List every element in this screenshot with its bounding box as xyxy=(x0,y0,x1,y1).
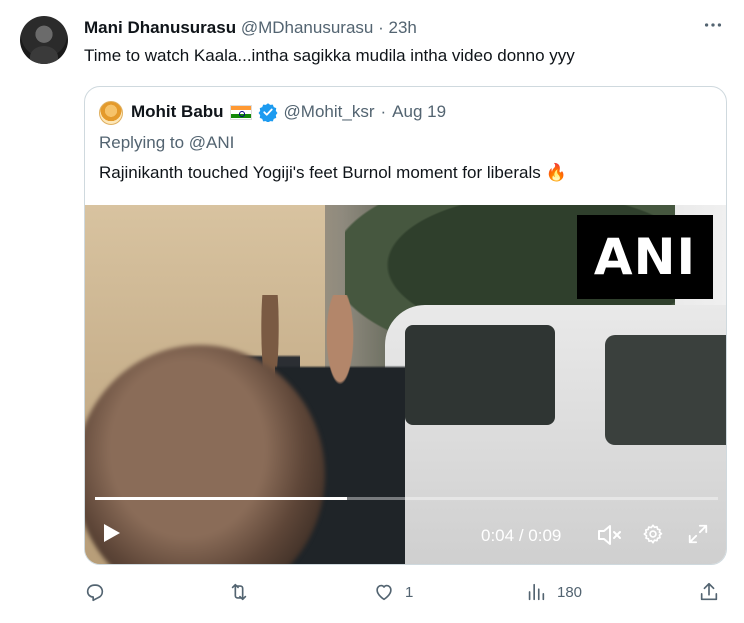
replying-prefix: Replying to xyxy=(99,133,185,152)
quoted-text: Rajinikanth touched Yogiji's feet Burnol… xyxy=(99,163,567,182)
india-flag-icon xyxy=(229,104,252,120)
tweet-header: Mani Dhanusurasu @MDhanusurasu · 23h xyxy=(84,18,417,38)
like-count: 1 xyxy=(405,583,414,601)
quoted-author-name: Mohit Babu xyxy=(131,102,224,121)
views-chart-icon xyxy=(528,583,545,601)
video-frame-car-window-rear xyxy=(605,335,726,445)
muted-volume-icon[interactable] xyxy=(597,523,623,547)
replying-mention[interactable]: @ANI xyxy=(189,133,235,152)
views-count: 180 xyxy=(557,583,583,601)
ani-watermark-logo: ANI xyxy=(577,215,713,299)
play-icon[interactable] xyxy=(103,523,121,543)
share-icon xyxy=(700,582,718,601)
duration: 0:09 xyxy=(528,526,562,545)
quoted-separator: · xyxy=(380,102,387,121)
video-progress-bar[interactable] xyxy=(95,497,718,500)
quoted-tweet[interactable]: Mohit Babu @Mohit_ksr · Aug 19 Replying … xyxy=(84,86,727,565)
settings-gear-icon[interactable] xyxy=(642,523,664,545)
views-button[interactable]: 180 xyxy=(525,581,582,603)
author-avatar[interactable] xyxy=(20,16,68,64)
video-progress-fill xyxy=(95,497,348,500)
quoted-date: Aug 19 xyxy=(392,102,447,121)
video-frame-car-window xyxy=(405,325,555,425)
video-player[interactable]: ANI 0:04 / 0:09 xyxy=(85,205,726,564)
heart-icon xyxy=(376,584,392,601)
header-separator: · xyxy=(378,18,384,37)
reply-button[interactable] xyxy=(84,581,116,603)
like-button[interactable]: 1 xyxy=(373,581,413,603)
quoted-author-handle: @Mohit_ksr xyxy=(283,102,375,121)
time-separator: / xyxy=(518,526,524,545)
fullscreen-expand-icon[interactable] xyxy=(687,523,709,545)
tweet-time[interactable]: 23h xyxy=(389,18,417,37)
verified-badge-icon xyxy=(258,103,278,122)
author-name[interactable]: Mani Dhanusurasu xyxy=(84,18,236,37)
retweet-icon xyxy=(231,583,247,601)
tweet-action-bar: 1 180 xyxy=(84,581,724,605)
quoted-header: Mohit Babu @Mohit_ksr · Aug 19 xyxy=(131,102,446,122)
retweet-button[interactable] xyxy=(228,581,260,603)
share-button[interactable] xyxy=(698,581,720,603)
current-time: 0:04 xyxy=(481,526,515,545)
more-horizontal-icon[interactable] xyxy=(702,14,724,42)
video-timecode: 0:04 / 0:09 xyxy=(481,526,561,546)
replying-to: Replying to @ANI xyxy=(99,133,234,153)
author-handle[interactable]: @MDhanusurasu xyxy=(241,18,374,37)
quoted-author-avatar xyxy=(99,101,123,125)
tweet-text: Time to watch Kaala...intha sagikka mudi… xyxy=(84,46,575,65)
reply-icon xyxy=(86,584,104,602)
